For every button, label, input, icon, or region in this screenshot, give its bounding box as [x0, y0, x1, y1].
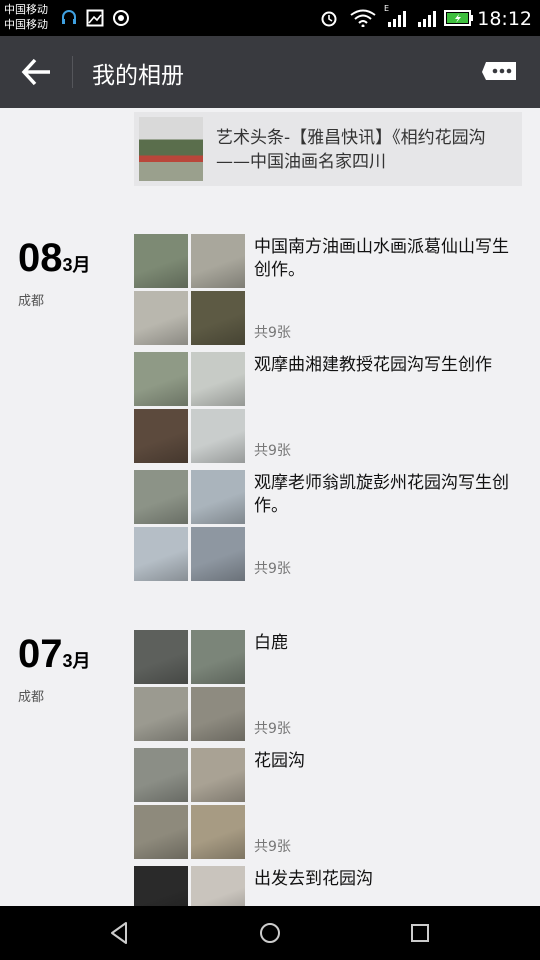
photo-thumbnail[interactable]	[191, 527, 245, 581]
recents-square-icon[interactable]	[407, 920, 433, 946]
message-icon[interactable]	[482, 58, 518, 86]
album-post[interactable]: 出发去到花园沟	[134, 866, 524, 906]
back-triangle-icon[interactable]	[106, 920, 132, 946]
photo-count: 共9张	[254, 561, 291, 577]
post-caption: 花园沟	[254, 751, 305, 771]
wifi-icon	[350, 9, 376, 27]
photo-thumbnail[interactable]	[191, 687, 245, 741]
photo-thumbnail[interactable]	[134, 630, 188, 684]
day-date: 073月	[18, 632, 91, 683]
arrow-left-icon[interactable]	[18, 54, 56, 90]
day-location: 成都	[18, 690, 45, 705]
photo-count: 共9张	[254, 839, 291, 855]
album-feed[interactable]: 艺术头条-【雅昌快讯】《相约花园沟——中国油画名家四川 083月 成都 中国南方…	[0, 108, 540, 906]
alarm-icon	[321, 11, 337, 27]
headset-icon	[62, 10, 76, 24]
photo-thumbnail[interactable]	[134, 291, 188, 345]
album-post[interactable]: 白鹿 共9张	[134, 630, 524, 742]
photo-thumbnail[interactable]	[191, 470, 245, 524]
shared-link-title: 艺术头条-【雅昌快讯】《相约花园沟——中国油画名家四川	[216, 128, 486, 172]
signal-icon	[418, 11, 436, 27]
photo-thumbnail[interactable]	[134, 470, 188, 524]
album-post[interactable]: 观摩曲湘建教授花园沟写生创作 共9张	[134, 352, 524, 464]
day-month: 3月	[62, 651, 91, 671]
photo-thumbnail[interactable]	[191, 748, 245, 802]
page-title: 我的相册	[92, 63, 184, 89]
photo-thumbnail[interactable]	[134, 527, 188, 581]
carrier-label-1: 中国移动	[4, 3, 48, 16]
photo-thumbnail[interactable]	[134, 687, 188, 741]
photo-thumbnail[interactable]	[134, 352, 188, 406]
signal-icon	[388, 11, 406, 27]
photo-thumbnail[interactable]	[134, 234, 188, 288]
system-nav-bar	[0, 906, 540, 960]
album-post[interactable]: 花园沟 共9张	[134, 748, 524, 860]
image-icon	[86, 9, 104, 27]
photo-thumbnail[interactable]	[191, 630, 245, 684]
day-number: 08	[18, 236, 63, 280]
sync-icon	[113, 10, 129, 26]
album-post[interactable]: 中国南方油画山水画派葛仙山写生创作。 共9张	[134, 234, 524, 346]
photo-thumbnail[interactable]	[191, 866, 245, 906]
photo-thumbnail[interactable]	[191, 291, 245, 345]
photo-thumbnail[interactable]	[134, 805, 188, 859]
photo-thumbnail[interactable]	[191, 352, 245, 406]
photo-thumbnail[interactable]	[134, 866, 188, 906]
post-caption: 中国南方油画山水画派葛仙山写生创作。	[254, 237, 509, 280]
clock: 18:12	[477, 8, 532, 30]
post-caption: 观摩老师翁凯旋彭州花园沟写生创作。	[254, 473, 509, 516]
photo-count: 共9张	[254, 721, 291, 737]
photo-count: 共9张	[254, 443, 291, 459]
shared-link-thumbnail	[139, 117, 203, 181]
post-caption: 白鹿	[254, 633, 288, 653]
post-caption: 出发去到花园沟	[254, 869, 373, 889]
home-circle-icon[interactable]	[257, 920, 283, 946]
album-post[interactable]: 观摩老师翁凯旋彭州花园沟写生创作。 共9张	[134, 470, 524, 582]
day-location: 成都	[18, 294, 45, 309]
status-bar: 中国移动 中国移动 E 18:12	[0, 0, 540, 36]
shared-link-card[interactable]: 艺术头条-【雅昌快讯】《相约花园沟——中国油画名家四川	[134, 112, 522, 186]
photo-count: 共9张	[254, 325, 291, 341]
photo-thumbnail[interactable]	[191, 409, 245, 463]
photo-thumbnail[interactable]	[191, 805, 245, 859]
title-divider	[72, 56, 73, 88]
day-number: 07	[18, 632, 63, 676]
photo-thumbnail[interactable]	[191, 234, 245, 288]
battery-icon	[444, 10, 473, 26]
carrier-label-2: 中国移动	[4, 18, 48, 31]
title-bar: 我的相册	[0, 36, 540, 108]
post-caption: 观摩曲湘建教授花园沟写生创作	[254, 355, 492, 375]
day-date: 083月	[18, 236, 91, 287]
photo-thumbnail[interactable]	[134, 748, 188, 802]
photo-thumbnail[interactable]	[134, 409, 188, 463]
day-month: 3月	[62, 255, 91, 275]
